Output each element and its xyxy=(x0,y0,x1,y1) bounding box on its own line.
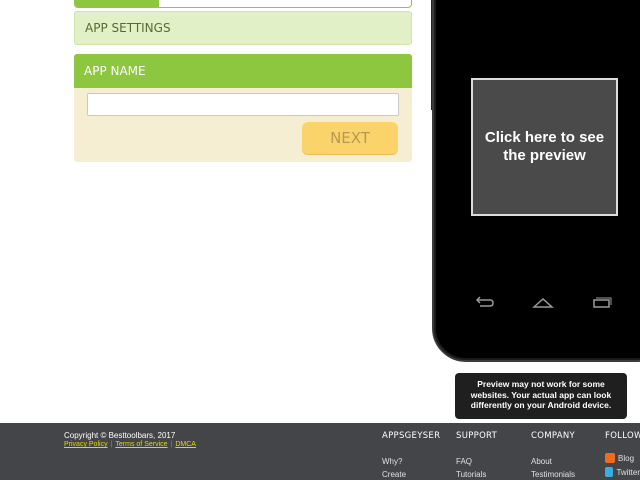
back-icon[interactable] xyxy=(474,294,496,312)
privacy-policy-link[interactable]: Privacy Policy xyxy=(64,441,108,448)
site-footer: Copyright © Besttoolbars, 2017 Privacy P… xyxy=(0,423,640,480)
footer-link-faq[interactable]: FAQ xyxy=(456,455,497,468)
preview-cta-text: Click here to see the preview xyxy=(484,129,605,164)
footer-column-title: SUPPORT xyxy=(456,431,498,441)
app-name-panel: APP NAME NEXT xyxy=(74,54,412,162)
app-name-input[interactable] xyxy=(87,93,399,116)
preview-disclaimer: Preview may not work for some websites. … xyxy=(455,373,627,419)
next-button[interactable]: NEXT xyxy=(302,122,398,154)
footer-column-follow: FOLLOW U Blog Twitter xyxy=(605,431,640,479)
footer-link-testimonials[interactable]: Testimonials xyxy=(531,468,575,480)
footer-column-support: SUPPORT FAQ Tutorials xyxy=(456,431,497,480)
footer-link-about[interactable]: About xyxy=(531,455,575,468)
divider: | xyxy=(110,441,113,448)
progress-bar xyxy=(74,0,412,8)
blog-link[interactable]: Blog xyxy=(605,451,640,465)
footer-link-create[interactable]: Create xyxy=(382,468,440,480)
app-settings-label: APP SETTINGS xyxy=(85,21,171,35)
blog-label: Blog xyxy=(618,453,635,463)
preview-note-text: Preview may not work for some websites. … xyxy=(470,379,612,410)
footer-column-title: FOLLOW U xyxy=(605,431,640,441)
footer-link-tutorials[interactable]: Tutorials xyxy=(456,468,497,480)
app-name-header: APP NAME xyxy=(74,54,412,88)
preview-button[interactable]: Click here to see the preview xyxy=(471,78,618,216)
blog-icon xyxy=(605,453,615,463)
footer-column-title: APPSGEYSER xyxy=(382,431,441,441)
recent-apps-icon[interactable] xyxy=(591,294,613,312)
dmca-link[interactable]: DMCA xyxy=(175,441,196,448)
app-settings-section[interactable]: APP SETTINGS xyxy=(74,11,412,45)
twitter-link[interactable]: Twitter xyxy=(605,465,640,479)
twitter-icon xyxy=(605,467,614,477)
legal-links: Privacy Policy | Terms of Service | DMCA xyxy=(64,441,196,448)
footer-column-title: COMPANY xyxy=(531,431,576,441)
twitter-label: Twitter xyxy=(616,467,640,477)
copyright-text: Copyright © Besttoolbars, 2017 xyxy=(64,431,176,440)
footer-link-why[interactable]: Why? xyxy=(382,455,440,468)
home-icon[interactable] xyxy=(532,294,554,312)
app-name-title: APP NAME xyxy=(84,64,146,78)
divider: | xyxy=(170,441,173,448)
footer-column-company: COMPANY About Testimonials xyxy=(531,431,575,480)
progress-fill xyxy=(75,0,159,7)
footer-column-appsgeyser: APPSGEYSER Why? Create xyxy=(382,431,440,480)
terms-link[interactable]: Terms of Service xyxy=(115,441,167,448)
